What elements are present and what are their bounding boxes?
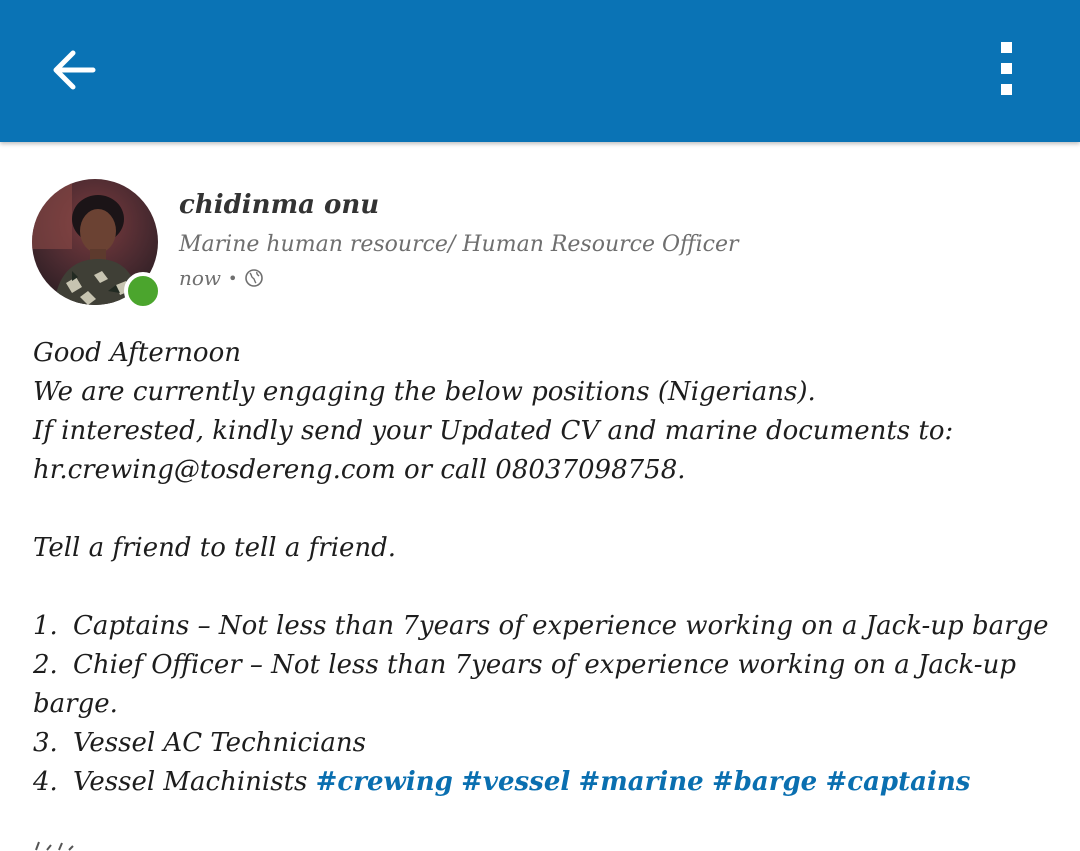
position-number: 2. bbox=[33, 650, 58, 680]
menu-dot bbox=[1001, 84, 1012, 95]
more-vertical-icon bbox=[1001, 42, 1012, 53]
cut-off-content bbox=[33, 836, 113, 851]
author-headline: Marine human resource/ Human Resource Of… bbox=[179, 232, 739, 257]
position-number: 3. bbox=[33, 728, 58, 758]
share-note: Tell a friend to tell a friend. bbox=[33, 533, 397, 563]
position-item: 1. Captains – Not less than 7years of exp… bbox=[33, 607, 1063, 646]
position-item-continuation: barge. bbox=[33, 685, 1063, 724]
post-line: If interested, kindly send your Updated … bbox=[33, 416, 954, 446]
overflow-menu-button[interactable] bbox=[986, 36, 1026, 102]
cut-off-text-fragment bbox=[35, 841, 74, 851]
post-line: hr.crewing@tosdereng.com or call 0803709… bbox=[33, 455, 686, 485]
post-body: Good Afternoon We are currently engaging… bbox=[33, 334, 1063, 802]
arrow-left-icon bbox=[53, 50, 96, 90]
post-line: We are currently engaging the below posi… bbox=[33, 377, 816, 407]
top-app-bar bbox=[0, 0, 1080, 142]
position-text: Captains – Not less than 7years of exper… bbox=[73, 611, 1049, 641]
position-text: Chief Officer – Not less than 7years of … bbox=[73, 650, 1016, 680]
post-timestamp: now bbox=[179, 266, 222, 290]
position-text: Vessel AC Technicians bbox=[73, 728, 366, 758]
position-item: 2. Chief Officer – Not less than 7years o… bbox=[33, 646, 1063, 685]
hashtag-link[interactable]: #marine bbox=[579, 767, 704, 797]
meta-separator: • bbox=[228, 268, 238, 288]
author-name[interactable]: chidinma onu bbox=[179, 190, 379, 220]
position-number: 4. bbox=[33, 767, 58, 797]
position-number: 1. bbox=[33, 611, 58, 641]
globe-icon bbox=[245, 269, 264, 287]
hashtag-link[interactable]: #barge bbox=[712, 767, 817, 797]
hashtag-link[interactable]: #captains bbox=[825, 767, 970, 797]
position-item: 3. Vessel AC Technicians bbox=[33, 724, 1063, 763]
post-meta: now • bbox=[179, 266, 264, 290]
hashtag-link[interactable]: #crewing bbox=[316, 767, 453, 797]
online-status-dot bbox=[124, 272, 162, 310]
position-text: barge. bbox=[33, 689, 118, 719]
position-item: 4. Vessel Machinists #crewing #vessel #ma… bbox=[33, 763, 1063, 802]
position-text: Vessel Machinists bbox=[73, 767, 308, 797]
hashtag-link[interactable]: #vessel bbox=[461, 767, 570, 797]
post-line: Good Afternoon bbox=[33, 338, 241, 368]
back-button[interactable] bbox=[44, 40, 104, 100]
menu-dot bbox=[1001, 63, 1012, 74]
